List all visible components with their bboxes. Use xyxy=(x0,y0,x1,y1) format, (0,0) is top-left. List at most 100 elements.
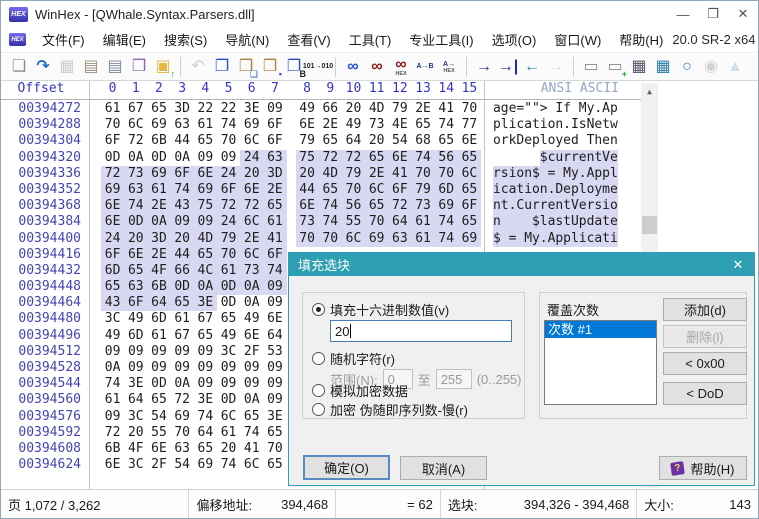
ansi-cell[interactable]: . xyxy=(563,117,571,133)
ansi-cell[interactable]: r xyxy=(531,198,540,215)
ansi-cell[interactable]: r xyxy=(586,198,594,215)
menu-item-window[interactable]: 窗口(W) xyxy=(545,26,610,53)
ansi-cell[interactable]: $ xyxy=(531,165,540,182)
byte-cell[interactable]: 61 xyxy=(101,392,124,408)
byte-cell[interactable]: 6E xyxy=(240,181,264,199)
byte-cell[interactable]: 55 xyxy=(341,214,366,231)
ansi-cell[interactable]: D xyxy=(555,181,563,199)
byte-cell[interactable]: 20 xyxy=(217,441,240,457)
byte-cell[interactable]: 4D xyxy=(193,230,217,247)
byte-cell[interactable]: 66 xyxy=(319,101,342,117)
ansi-cell[interactable]: l xyxy=(609,165,618,182)
ansi-cell[interactable]: e xyxy=(524,133,532,149)
ansi-cell[interactable]: f xyxy=(563,101,571,117)
ansi-cell[interactable]: M xyxy=(524,230,532,247)
byte-cell[interactable]: 63 xyxy=(388,230,412,247)
byte-cell[interactable]: 65 xyxy=(217,311,240,327)
properties-icon[interactable]: ❒ xyxy=(127,55,151,79)
byte-cell[interactable]: 72 xyxy=(318,149,342,166)
ansi-cell[interactable]: t xyxy=(563,214,571,231)
ansi-cell[interactable]: > xyxy=(540,101,548,117)
byte-cell[interactable]: 6C xyxy=(240,457,263,473)
byte-cell[interactable]: 74 xyxy=(217,457,240,473)
menu-item-options[interactable]: 选项(O) xyxy=(483,26,546,53)
byte-cell[interactable]: 65 xyxy=(101,279,125,296)
ansi-cell[interactable]: y xyxy=(587,101,595,117)
byte-cell[interactable]: 09 xyxy=(124,360,147,376)
copy-block-icon[interactable]: ❐ xyxy=(210,55,234,79)
minimize-button[interactable]: — xyxy=(668,1,698,27)
byte-cell[interactable]: 79 xyxy=(296,133,319,149)
byte-cell[interactable]: 6C xyxy=(240,133,263,149)
ansi-cell[interactable]: y xyxy=(570,165,579,182)
byte-cell[interactable]: 6C xyxy=(457,165,481,182)
byte-cell[interactable]: 70 xyxy=(341,181,366,199)
ansi-cell[interactable]: y xyxy=(531,230,540,247)
byte-cell[interactable]: 70 xyxy=(365,214,389,231)
ansi-cell[interactable]: o xyxy=(531,181,540,199)
menu-item-search[interactable]: 搜索(S) xyxy=(155,26,216,53)
byte-cell[interactable]: 0D xyxy=(216,279,241,296)
ansi-cell[interactable] xyxy=(500,230,509,247)
ansi-cell[interactable] xyxy=(493,150,501,166)
byte-cell[interactable]: 69 xyxy=(194,457,217,473)
ansi-cell[interactable] xyxy=(532,150,540,166)
ansi-cell[interactable]: = xyxy=(516,101,524,117)
ansi-cell[interactable]: r xyxy=(493,165,501,182)
document-icon[interactable]: HEX xyxy=(9,33,26,46)
byte-cell[interactable]: 20 xyxy=(124,425,147,441)
byte-cell[interactable]: 61 xyxy=(217,425,240,441)
ansi-cell[interactable]: c xyxy=(586,230,594,247)
byte-cell[interactable]: 61 xyxy=(216,262,241,280)
byte-cell[interactable]: 75 xyxy=(193,198,217,215)
byte-cell[interactable]: 69 xyxy=(240,117,263,133)
byte-cell[interactable]: 72 xyxy=(240,198,264,215)
byte-cell[interactable]: 3D xyxy=(263,165,287,182)
byte-cell[interactable]: 49 xyxy=(124,311,147,327)
menu-item-help[interactable]: 帮助(H) xyxy=(610,26,672,53)
ansi-cell[interactable]: " xyxy=(524,101,532,117)
byte-cell[interactable]: 43 xyxy=(101,295,125,312)
maximize-button[interactable]: ❐ xyxy=(698,1,728,27)
byte-cell[interactable]: 0D xyxy=(147,376,170,392)
byte-cell[interactable]: 66 xyxy=(170,262,194,280)
ansi-cell[interactable]: e xyxy=(578,149,587,166)
ansi-cell[interactable]: p xyxy=(602,165,610,182)
ansi-cell[interactable]: o xyxy=(586,181,594,199)
byte-cell[interactable]: 09 xyxy=(240,376,263,392)
byte-cell[interactable]: 63 xyxy=(171,441,194,457)
byte-cell[interactable]: 6D xyxy=(101,262,125,280)
byte-cell[interactable]: 49 xyxy=(240,311,263,327)
open-ram-icon[interactable]: ▦ xyxy=(627,55,651,79)
byte-cell[interactable]: 65 xyxy=(457,181,481,199)
folder-up-icon[interactable]: ▣ ↑ xyxy=(151,55,175,79)
menu-item-view[interactable]: 查看(V) xyxy=(278,26,339,53)
byte-cell[interactable]: 70 xyxy=(295,230,319,247)
ansi-cell[interactable]: c xyxy=(547,149,555,166)
byte-cell[interactable]: 64 xyxy=(194,425,217,441)
byte-cell[interactable]: 2E xyxy=(240,230,264,247)
open-file-icon[interactable]: ↷ xyxy=(31,55,55,79)
byte-cell[interactable]: 63 xyxy=(171,117,194,133)
ansi-cell[interactable]: e xyxy=(563,133,571,149)
byte-cell[interactable]: 2E xyxy=(319,117,342,133)
ansi-cell[interactable]: y xyxy=(555,133,563,149)
byte-cell[interactable]: 24 xyxy=(216,165,241,182)
ansi-cell[interactable]: p xyxy=(555,230,563,247)
byte-cell[interactable]: 65 xyxy=(263,198,287,215)
byte-cell[interactable]: 3C xyxy=(217,344,240,360)
byte-cell[interactable]: 2F xyxy=(147,457,170,473)
ansi-cell[interactable]: w xyxy=(610,117,618,133)
byte-cell[interactable]: 4F xyxy=(147,262,171,280)
ansi-cell[interactable]: a xyxy=(493,101,501,117)
ansi-cell[interactable] xyxy=(509,150,517,166)
ansi-cell[interactable]: t xyxy=(500,198,509,215)
byte-cell[interactable]: 6E xyxy=(101,198,125,215)
byte-cell[interactable]: 09 xyxy=(263,360,286,376)
byte-cell[interactable]: 6C xyxy=(365,181,389,199)
byte-cell[interactable]: 65 xyxy=(435,133,458,149)
byte-cell[interactable]: 74 xyxy=(411,149,435,166)
byte-cell[interactable]: 65 xyxy=(365,149,389,166)
byte-cell[interactable]: 72 xyxy=(388,198,412,215)
close-button[interactable]: ✕ xyxy=(728,1,758,27)
